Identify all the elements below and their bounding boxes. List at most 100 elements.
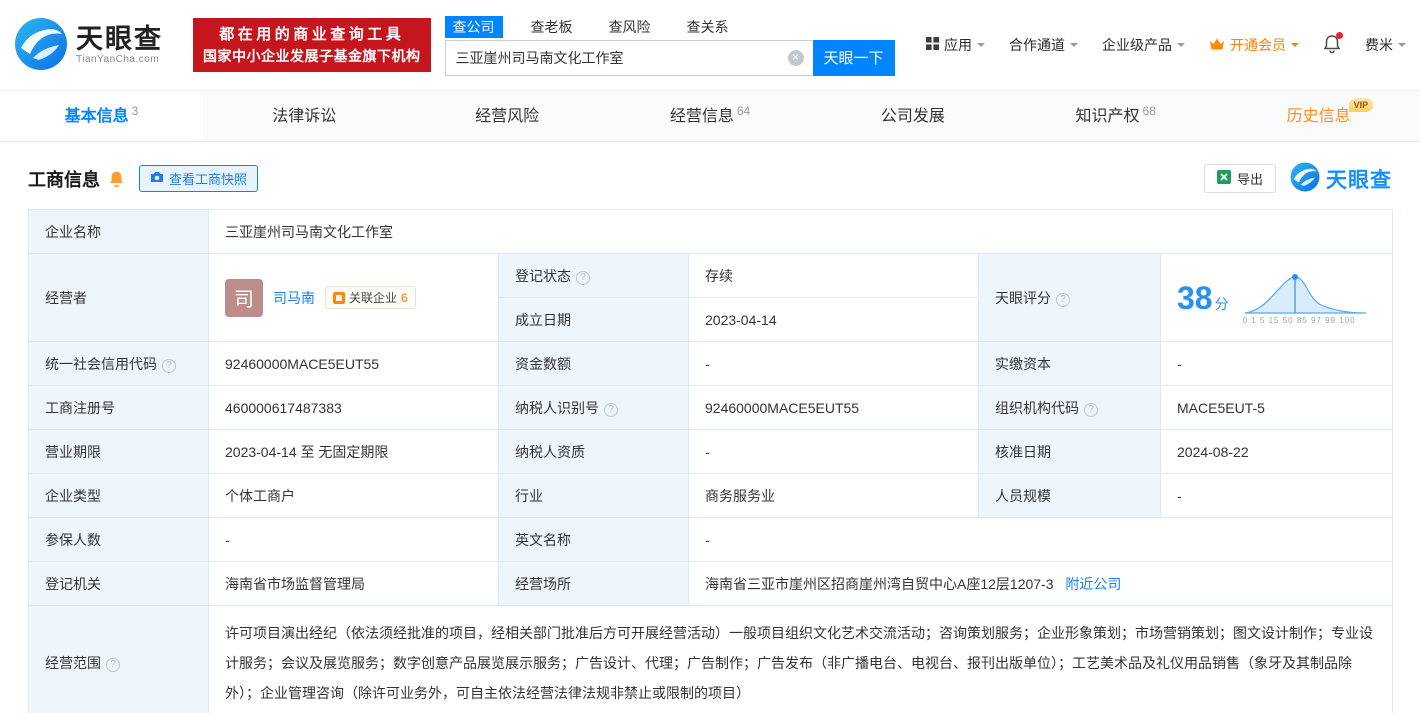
help-icon[interactable]: ? (1056, 292, 1070, 307)
monitor-bell-icon[interactable] (108, 170, 125, 188)
table-row: 参保人数 - 英文名称 - (28, 517, 1394, 562)
reg-number-label: 工商注册号 (28, 385, 209, 430)
tab-basic-info[interactable]: 基本信息 3 (0, 91, 203, 141)
camera-icon (150, 171, 164, 186)
establish-date-label: 成立日期 (498, 297, 689, 342)
nav-enterprise[interactable]: 企业级产品 (1102, 35, 1185, 55)
reg-authority-label: 登记机关 (28, 561, 209, 606)
apps-grid-icon (926, 37, 939, 53)
operator-avatar[interactable]: 司 (225, 278, 263, 317)
promo-banner: 都在用的商业查询工具 国家中小企业发展子基金旗下机构 (193, 17, 431, 73)
industry-value: 商务服务业 (688, 473, 979, 518)
tianyancha-watermark: 天眼查 (1290, 162, 1392, 195)
search-area: 查公司 查老板 查风险 查关系 × 天眼一下 (444, 15, 895, 76)
insured-count-label: 参保人数 (28, 517, 209, 562)
operator-cell: 司 司马南 关联企业 6 (208, 253, 499, 342)
business-scope-value: 许可项目演出经纪（依法须经批准的项目，经相关部门批准后方可开展经营活动）一般项目… (207, 605, 1394, 713)
logo-title: 天眼查 (76, 23, 163, 54)
nav-partner[interactable]: 合作通道 (1009, 35, 1078, 55)
tianyancha-logo[interactable]: 天眼查 TianYanCha.com (14, 17, 163, 74)
notification-bell-icon[interactable] (1323, 31, 1343, 57)
score-label: 天眼评分? (978, 253, 1161, 342)
search-button[interactable]: 天眼一下 (812, 39, 895, 76)
business-info-table: 企业名称 三亚崖州司马南文化工作室 经营者 司 司马南 关联企业 6 登记状态?… (28, 209, 1394, 713)
business-term-value: 2023-04-14 至 无固定期限 (208, 429, 499, 474)
clear-search-icon[interactable]: × (787, 49, 804, 66)
tab-operating-info[interactable]: 经营信息 64 (609, 91, 812, 141)
tab-history-info[interactable]: 历史信息 VIP (1217, 91, 1420, 141)
search-tab-company[interactable]: 查公司 (444, 15, 503, 38)
table-row: 统一社会信用代码? 92460000MACE5EUT55 资金数额 - 实缴资本… (28, 341, 1394, 386)
industry-label: 行业 (498, 473, 689, 518)
reg-number-value: 460000617487383 (208, 385, 499, 430)
notification-dot (1336, 31, 1343, 39)
business-place-value: 海南省三亚市崖州区招商崖州湾自贸中心A座12层1207-3 附近公司 (687, 561, 1394, 606)
english-name-label: 英文名称 (498, 517, 689, 562)
score-value: 38 分 (1177, 279, 1229, 316)
operator-name-link[interactable]: 司马南 (273, 288, 315, 308)
table-row: 经营范围? 许可项目演出经纪（依法须经批准的项目，经相关部门批准后方可开展经营活… (28, 605, 1394, 713)
logo-domain: TianYanCha.com (76, 54, 160, 66)
table-row: 企业名称 三亚崖州司马南文化工作室 (28, 209, 1394, 254)
tab-company-development[interactable]: 公司发展 (811, 91, 1014, 141)
tab-intellectual-property[interactable]: 知识产权 68 (1014, 91, 1217, 141)
help-icon[interactable]: ? (1084, 402, 1098, 417)
related-companies-tag[interactable]: 关联企业 6 (325, 286, 416, 309)
staff-size-value: - (1159, 473, 1394, 518)
paid-capital-label: 实缴资本 (978, 341, 1161, 386)
reg-status-value: 存续 (688, 253, 979, 298)
business-place-label: 经营场所 (498, 561, 689, 606)
paid-capital-value: - (1159, 341, 1394, 386)
org-code-value: MACE5EUT-5 (1159, 385, 1394, 430)
section-title: 工商信息 (28, 169, 100, 190)
table-row: 登记机关 海南省市场监督管理局 经营场所 海南省三亚市崖州区招商崖州湾自贸中心A… (28, 561, 1394, 606)
approval-date-label: 核准日期 (978, 429, 1161, 474)
nearby-companies-link[interactable]: 附近公司 (1065, 576, 1121, 592)
taxpayer-id-label: 纳税人识别号? (498, 385, 689, 430)
credit-code-label: 统一社会信用代码? (28, 341, 209, 386)
capital-value: - (688, 341, 979, 386)
chevron-down-icon (1070, 43, 1078, 51)
org-code-label: 组织机构代码? (978, 385, 1161, 430)
chevron-down-icon (1398, 43, 1406, 51)
tianyancha-logo-icon (14, 17, 68, 74)
company-name-value: 三亚崖州司马南文化工作室 (207, 209, 1394, 254)
tab-count: 64 (736, 104, 751, 118)
tianyancha-logo-icon (1290, 162, 1320, 195)
tab-count: 68 (1142, 104, 1156, 118)
search-tab-relation[interactable]: 查关系 (679, 16, 737, 38)
chevron-down-icon (977, 43, 985, 51)
table-row: 营业期限 2023-04-14 至 无固定期限 纳税人资质 - 核准日期 202… (28, 429, 1394, 474)
business-snapshot-button[interactable]: 查看工商快照 (139, 165, 259, 192)
nav-user-account[interactable]: 费米 (1365, 35, 1406, 55)
taxpayer-quality-value: - (688, 429, 979, 474)
score-axis-labels: 0 1 5 15 50 85 97 99 100 (1242, 315, 1356, 325)
tab-count: 3 (131, 104, 139, 118)
search-tab-risk[interactable]: 查风险 (601, 16, 659, 38)
reg-status-label: 登记状态? (498, 253, 689, 298)
help-icon[interactable]: ? (604, 402, 618, 417)
staff-size-label: 人员规模 (978, 473, 1161, 518)
tab-operating-risk[interactable]: 经营风险 (406, 91, 609, 141)
taxpayer-quality-label: 纳税人资质 (498, 429, 689, 474)
capital-label: 资金数额 (498, 341, 689, 386)
help-icon[interactable]: ? (576, 270, 590, 285)
help-icon[interactable]: ? (106, 658, 120, 672)
business-info-header: 工商信息 查看工商快照 导出 天眼查 (0, 142, 1420, 209)
table-row: 经营者 司 司马南 关联企业 6 登记状态? 存续 天眼评分? 38 分 0 1… (28, 253, 1394, 342)
nav-apps[interactable]: 应用 (926, 35, 985, 55)
establish-date-value: 2023-04-14 (688, 297, 979, 342)
promo-line2: 国家中小企业发展子基金旗下机构 (203, 47, 421, 64)
search-input[interactable] (444, 39, 813, 76)
credit-code-value: 92460000MACE5EUT55 (208, 341, 499, 386)
help-icon[interactable]: ? (162, 358, 176, 373)
tab-legal-proceedings[interactable]: 法律诉讼 (203, 91, 406, 141)
chevron-down-icon (1291, 43, 1299, 51)
related-companies-count: 6 (401, 290, 408, 305)
nav-vip-upgrade[interactable]: 开通会员 (1209, 35, 1299, 55)
search-tab-boss[interactable]: 查老板 (523, 16, 581, 38)
excel-icon (1216, 170, 1231, 187)
company-section-tabs: 基本信息 3 法律诉讼 经营风险 经营信息 64 公司发展 知识产权 68 历史信息 … (0, 90, 1420, 142)
export-button[interactable]: 导出 (1203, 164, 1276, 193)
operator-label: 经营者 (28, 253, 209, 342)
